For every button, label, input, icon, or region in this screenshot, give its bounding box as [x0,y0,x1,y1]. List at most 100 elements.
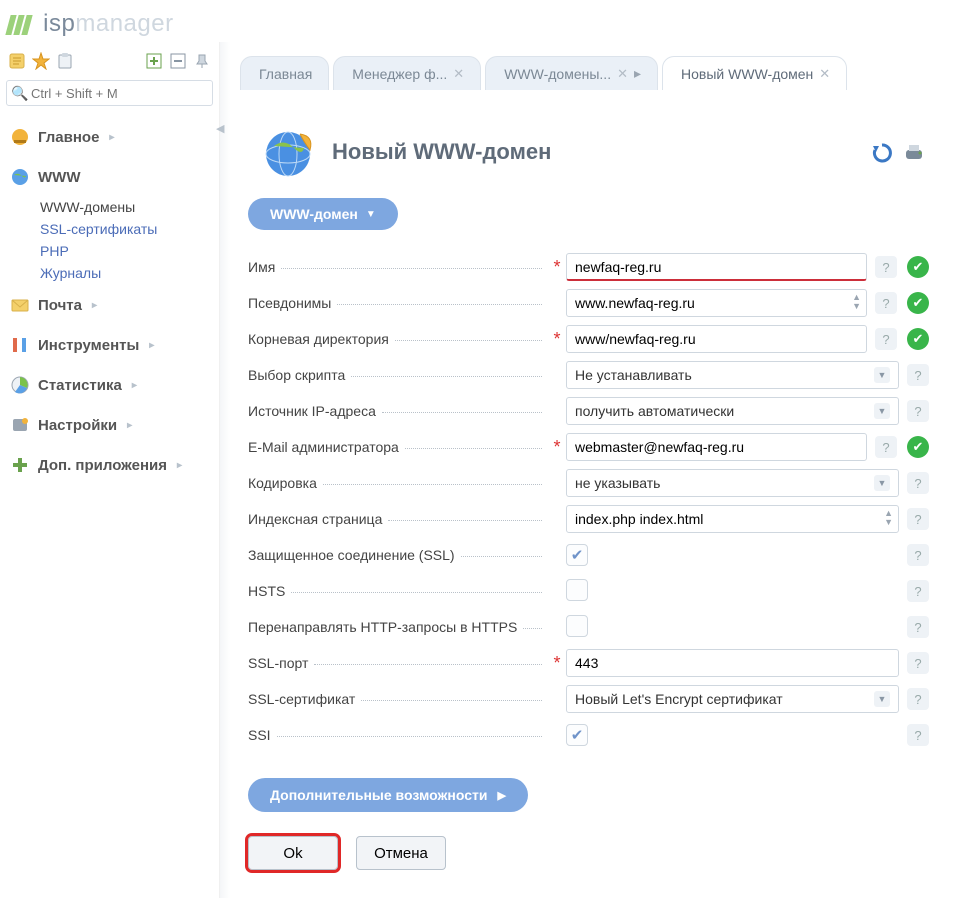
valid-icon: ✔ [907,256,929,278]
checkbox-ssi[interactable]: ✔ [566,724,588,746]
help-icon[interactable]: ? [875,436,897,458]
search-input[interactable] [6,80,213,106]
tab-wwwdomains[interactable]: WWW-домены... ✕ ▸ [485,56,658,90]
chevron-down-icon: ▼ [874,403,890,419]
input-sslport[interactable] [566,649,899,677]
sidebar-item-addons[interactable]: Доп. приложения▸ [6,446,213,484]
label-aliases: Псевдонимы [248,295,331,311]
input-aliases[interactable] [566,289,867,317]
help-icon[interactable]: ? [907,580,929,602]
input-root[interactable] [566,325,867,353]
help-icon[interactable]: ? [907,364,929,386]
help-icon[interactable]: ? [907,616,929,638]
required-mark: * [548,329,566,350]
chevron-right-icon: ▸ [634,65,641,82]
required-mark: * [548,653,566,674]
globe-icon [10,167,30,187]
ok-button[interactable]: Ok [248,836,338,870]
minus-icon[interactable] [169,52,187,70]
select-sslcert[interactable]: Новый Let's Encrypt сертификат ▼ [566,685,899,713]
addons-icon [10,455,30,475]
close-icon[interactable]: ✕ [819,66,830,82]
pin-icon[interactable] [193,52,211,70]
sidebar-label-www: WWW [38,169,80,186]
stepper-icon[interactable]: ▲▼ [852,293,861,311]
sidebar-item-home[interactable]: Главное▸ [6,118,213,156]
sidebar-sub-logs[interactable]: Журналы [40,262,213,284]
chevron-down-icon: ▼ [874,691,890,707]
sidebar-toolbar [6,48,213,74]
stats-icon [10,375,30,395]
help-icon[interactable]: ? [875,328,897,350]
sidebar-item-stats[interactable]: Статистика▸ [6,366,213,404]
label-root: Корневая директория [248,331,389,347]
close-icon[interactable]: ✕ [453,66,464,82]
label-index: Индексная страница [248,511,382,527]
section-www-domain[interactable]: WWW-домен ▼ [248,198,398,230]
label-ipsrc: Источник IP-адреса [248,403,376,419]
stepper-icon[interactable]: ▲▼ [884,509,893,527]
tab-newdomain[interactable]: Новый WWW-домен✕ [662,56,847,90]
help-icon[interactable]: ? [875,292,897,314]
collapse-handle-icon[interactable]: ◀ [216,122,224,135]
tab-wwwdomains-label: WWW-домены... [504,66,611,82]
help-icon[interactable]: ? [907,472,929,494]
plus-icon[interactable] [145,52,163,70]
chevron-right-icon: ▶ [497,789,505,802]
tab-home[interactable]: Главная [240,56,329,90]
more-options[interactable]: Дополнительные возможности ▶ [248,778,528,812]
input-index[interactable] [566,505,899,533]
select-enc[interactable]: не указывать▼ [566,469,899,497]
checkbox-hsts[interactable] [566,579,588,601]
input-name[interactable] [566,253,867,281]
tabs-bar: Главная Менеджер ф... ✕ WWW-домены... ✕ ▸ Н… [230,56,953,90]
chevron-down-icon: ▼ [366,209,376,220]
notes-icon[interactable] [8,52,26,70]
help-icon[interactable]: ? [907,688,929,710]
close-icon[interactable]: ✕ [617,66,628,82]
label-redirect: Перенаправлять HTTP-запросы в HTTPS [248,619,517,635]
chevron-down-icon: ▼ [874,367,890,383]
input-email[interactable] [566,433,867,461]
sidebar-divider: ◀ [220,42,230,898]
sidebar: 🔍 Главное▸ WWW WWW-домены SSL-сертификат… [0,42,220,898]
sidebar-sub-domains[interactable]: WWW-домены [40,196,213,218]
help-icon[interactable]: ? [875,256,897,278]
print-icon[interactable] [903,142,925,164]
help-icon[interactable]: ? [907,508,929,530]
select-ipsrc[interactable]: получить автоматически▼ [566,397,899,425]
required-mark: * [548,257,566,278]
tools-icon [10,335,30,355]
brand-bars-icon [8,10,32,38]
help-icon[interactable]: ? [907,652,929,674]
tab-filemanager[interactable]: Менеджер ф... ✕ [333,56,481,90]
select-script-value: Не устанавливать [575,367,692,383]
home-icon [10,127,30,147]
sidebar-item-tools[interactable]: Инструменты▸ [6,326,213,364]
help-icon[interactable]: ? [907,400,929,422]
tab-home-label: Главная [259,66,312,82]
help-icon[interactable]: ? [907,544,929,566]
checkbox-redirect[interactable] [566,615,588,637]
form: Имя * ? ✔ Псевдонимы ▲▼ ? ✔ Корневая дир… [230,230,953,878]
label-name: Имя [248,259,275,275]
clipboard-icon[interactable] [56,52,74,70]
search-icon: 🔍 [11,85,28,102]
select-script[interactable]: Не устанавливать ▼ [566,361,899,389]
checkbox-ssl[interactable]: ✔ [566,544,588,566]
label-sslport: SSL-порт [248,655,308,671]
tab-filemanager-label: Менеджер ф... [352,66,447,82]
refresh-icon[interactable] [871,142,893,164]
sidebar-sub-php[interactable]: PHP [40,240,213,262]
cancel-button[interactable]: Отмена [356,836,446,870]
label-email: E-Mail администратора [248,439,399,455]
sidebar-item-settings[interactable]: Настройки▸ [6,406,213,444]
sidebar-item-mail[interactable]: Почта▸ [6,286,213,324]
star-icon[interactable] [32,52,50,70]
select-sslcert-value: Новый Let's Encrypt сертификат [575,691,783,707]
sidebar-sub-ssl[interactable]: SSL-сертификаты [40,218,213,240]
brand-logo: ispmanager [0,0,953,42]
page-globe-icon [260,124,316,180]
sidebar-item-www[interactable]: WWW [6,158,213,196]
help-icon[interactable]: ? [907,724,929,746]
